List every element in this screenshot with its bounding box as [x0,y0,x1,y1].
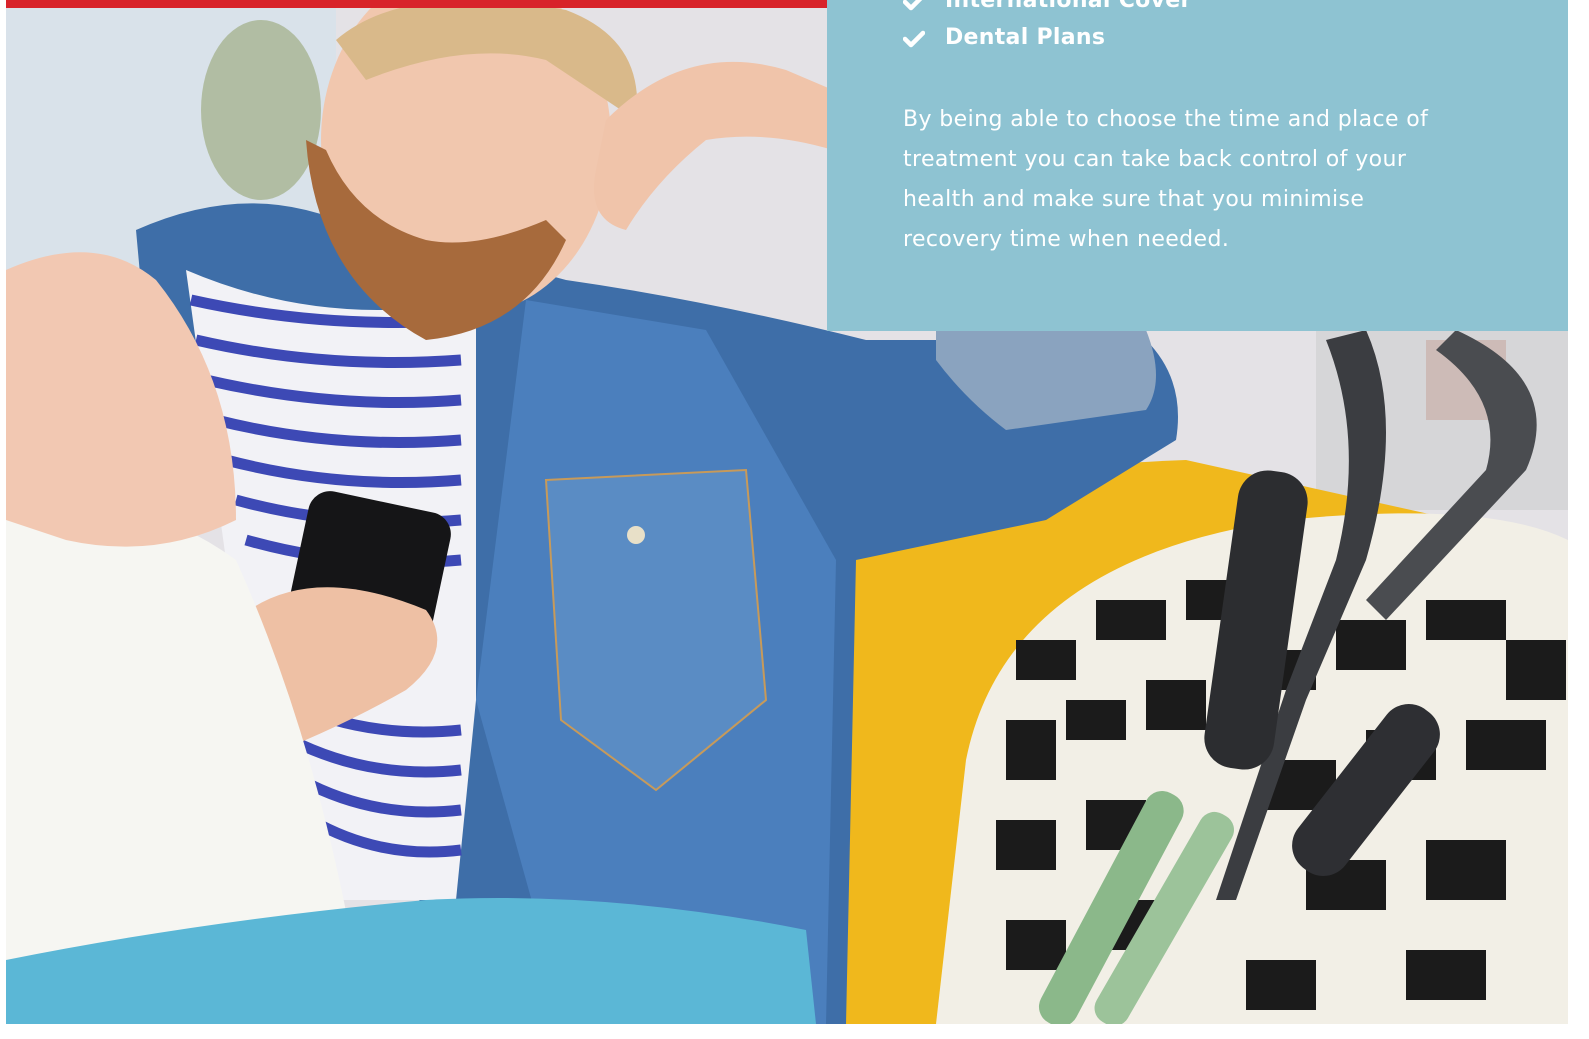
feature-label: International Cover [945,0,1192,13]
feature-list: International Cover Dental Plans [902,0,1192,56]
check-icon [902,29,926,47]
feature-item: Dental Plans [902,19,1192,56]
feature-label: Dental Plans [945,25,1106,50]
feature-item: International Cover [902,0,1192,19]
panel-description: By being able to choose the time and pla… [903,107,1429,252]
accent-bar [6,0,827,8]
check-icon [902,0,925,10]
page: International Cover Dental Plans By bein… [0,0,1589,1039]
info-panel: International Cover Dental Plans By bein… [827,0,1568,331]
